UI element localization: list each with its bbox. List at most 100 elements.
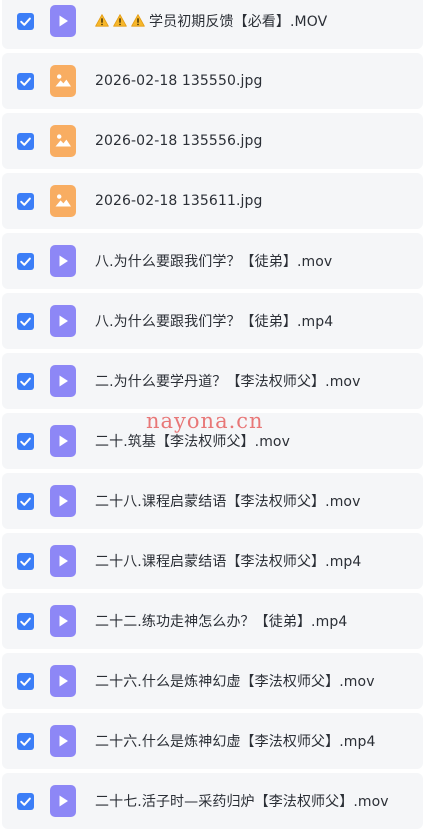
image-file-icon: [50, 125, 76, 157]
file-name: 学员初期反馈【必看】.MOV: [95, 11, 327, 31]
checkmark-icon: [17, 493, 34, 510]
file-name-text: 2026-02-18 135611.jpg: [95, 193, 263, 209]
video-file-icon: [50, 665, 76, 697]
checkmark-icon: [17, 373, 34, 390]
file-name-text: 二十八.课程启蒙结语【李法权师父】.mov: [95, 494, 361, 510]
checkbox[interactable]: [17, 673, 34, 690]
video-file-icon: [50, 605, 76, 637]
file-name-text: 二十二.练功走神怎么办？【徒弟】.mp4: [95, 614, 348, 630]
checkbox[interactable]: [17, 313, 34, 330]
checkbox[interactable]: [17, 253, 34, 270]
warning-icon: [95, 14, 109, 27]
file-row[interactable]: 2026-02-18 135556.jpg: [2, 113, 423, 169]
checkbox[interactable]: [17, 493, 34, 510]
checkbox[interactable]: [17, 613, 34, 630]
image-icon: [50, 65, 76, 97]
file-row[interactable]: 学员初期反馈【必看】.MOV: [2, 0, 423, 49]
video-file-icon: [50, 245, 76, 277]
file-name: 二十二.练功走神怎么办？【徒弟】.mp4: [95, 611, 347, 631]
video-file-icon: [50, 305, 76, 337]
file-name: 二十六.什么是炼神幻虚【李法权师父】.mov: [95, 671, 375, 691]
checkbox[interactable]: [17, 13, 34, 30]
checkbox[interactable]: [17, 553, 34, 570]
file-row[interactable]: 八.为什么要跟我们学？【徒弟】.mp4: [2, 293, 423, 349]
file-name: 八.为什么要跟我们学？【徒弟】.mp4: [95, 311, 333, 331]
checkmark-icon: [17, 553, 34, 570]
play-icon: [50, 665, 76, 697]
file-name-text: 学员初期反馈【必看】.MOV: [149, 14, 328, 30]
checkmark-icon: [17, 73, 34, 90]
checkbox[interactable]: [17, 133, 34, 150]
play-icon: [50, 5, 76, 37]
image-file-icon: [50, 185, 76, 217]
video-file-icon: [50, 365, 76, 397]
play-icon: [50, 245, 76, 277]
video-file-icon: [50, 485, 76, 517]
file-name: 二十八.课程启蒙结语【李法权师父】.mov: [95, 491, 361, 511]
file-row[interactable]: 2026-02-18 135611.jpg: [2, 173, 423, 229]
checkmark-icon: [17, 793, 34, 810]
file-name: 二十六.什么是炼神幻虚【李法权师父】.mp4: [95, 731, 376, 751]
file-name: 2026-02-18 135611.jpg: [95, 193, 262, 209]
video-file-icon: [50, 725, 76, 757]
warning-icon: [113, 14, 127, 27]
checkbox[interactable]: [17, 73, 34, 90]
file-row[interactable]: 2026-02-18 135550.jpg: [2, 53, 423, 109]
play-icon: [50, 605, 76, 637]
file-row[interactable]: 八.为什么要跟我们学？【徒弟】.mov: [2, 233, 423, 289]
file-name-text: 二十七.活子时—采药归炉【李法权师父】.mov: [95, 794, 389, 810]
file-row[interactable]: 二十二.练功走神怎么办？【徒弟】.mp4: [2, 593, 423, 649]
image-icon: [50, 185, 76, 217]
file-row[interactable]: 二十.筑基【李法权师父】.mov: [2, 413, 423, 469]
checkmark-icon: [17, 313, 34, 330]
file-row[interactable]: 二十六.什么是炼神幻虚【李法权师父】.mov: [2, 653, 423, 709]
file-name: 八.为什么要跟我们学？【徒弟】.mov: [95, 251, 332, 271]
file-row[interactable]: 二十七.活子时—采药归炉【李法权师父】.mov: [2, 773, 423, 829]
file-name-text: 二十.筑基【李法权师父】.mov: [95, 434, 290, 450]
file-name: 二十七.活子时—采药归炉【李法权师父】.mov: [95, 791, 389, 811]
checkmark-icon: [17, 13, 34, 30]
file-name-text: 八.为什么要跟我们学？【徒弟】.mp4: [95, 314, 334, 330]
play-icon: [50, 365, 76, 397]
checkbox[interactable]: [17, 193, 34, 210]
file-row[interactable]: 二十六.什么是炼神幻虚【李法权师父】.mp4: [2, 713, 423, 769]
checkbox[interactable]: [17, 733, 34, 750]
play-icon: [50, 785, 76, 817]
checkbox[interactable]: [17, 373, 34, 390]
file-row[interactable]: 二十八.课程启蒙结语【李法权师父】.mp4: [2, 533, 423, 589]
video-file-icon: [50, 5, 76, 37]
file-name-text: 2026-02-18 135550.jpg: [95, 73, 263, 89]
play-icon: [50, 305, 76, 337]
checkbox[interactable]: [17, 793, 34, 810]
file-name-text: 二.为什么要学丹道？【李法权师父】.mov: [95, 374, 361, 390]
video-file-icon: [50, 425, 76, 457]
file-name: 2026-02-18 135556.jpg: [95, 133, 262, 149]
file-list: 学员初期反馈【必看】.MOV 2026-02-18 135550.jpg 2026-…: [0, 0, 427, 838]
file-name-text: 2026-02-18 135556.jpg: [95, 133, 263, 149]
play-icon: [50, 485, 76, 517]
file-name-text: 二十八.课程启蒙结语【李法权师父】.mp4: [95, 554, 362, 570]
image-file-icon: [50, 65, 76, 97]
checkmark-icon: [17, 133, 34, 150]
file-name: 2026-02-18 135550.jpg: [95, 73, 262, 89]
file-row[interactable]: 二.为什么要学丹道？【李法权师父】.mov: [2, 353, 423, 409]
warning-icon: [131, 14, 145, 27]
image-icon: [50, 125, 76, 157]
video-file-icon: [50, 785, 76, 817]
file-name: 二.为什么要学丹道？【李法权师父】.mov: [95, 371, 361, 391]
play-icon: [50, 545, 76, 577]
video-file-icon: [50, 545, 76, 577]
checkmark-icon: [17, 433, 34, 450]
checkmark-icon: [17, 613, 34, 630]
checkmark-icon: [17, 193, 34, 210]
file-name-text: 八.为什么要跟我们学？【徒弟】.mov: [95, 254, 333, 270]
file-name-text: 二十六.什么是炼神幻虚【李法权师父】.mp4: [95, 734, 376, 750]
play-icon: [50, 725, 76, 757]
checkbox[interactable]: [17, 433, 34, 450]
checkmark-icon: [17, 673, 34, 690]
file-name: 二十八.课程启蒙结语【李法权师父】.mp4: [95, 551, 361, 571]
checkmark-icon: [17, 733, 34, 750]
file-name-text: 二十六.什么是炼神幻虚【李法权师父】.mov: [95, 674, 375, 690]
file-row[interactable]: 二十八.课程启蒙结语【李法权师父】.mov: [2, 473, 423, 529]
checkmark-icon: [17, 253, 34, 270]
